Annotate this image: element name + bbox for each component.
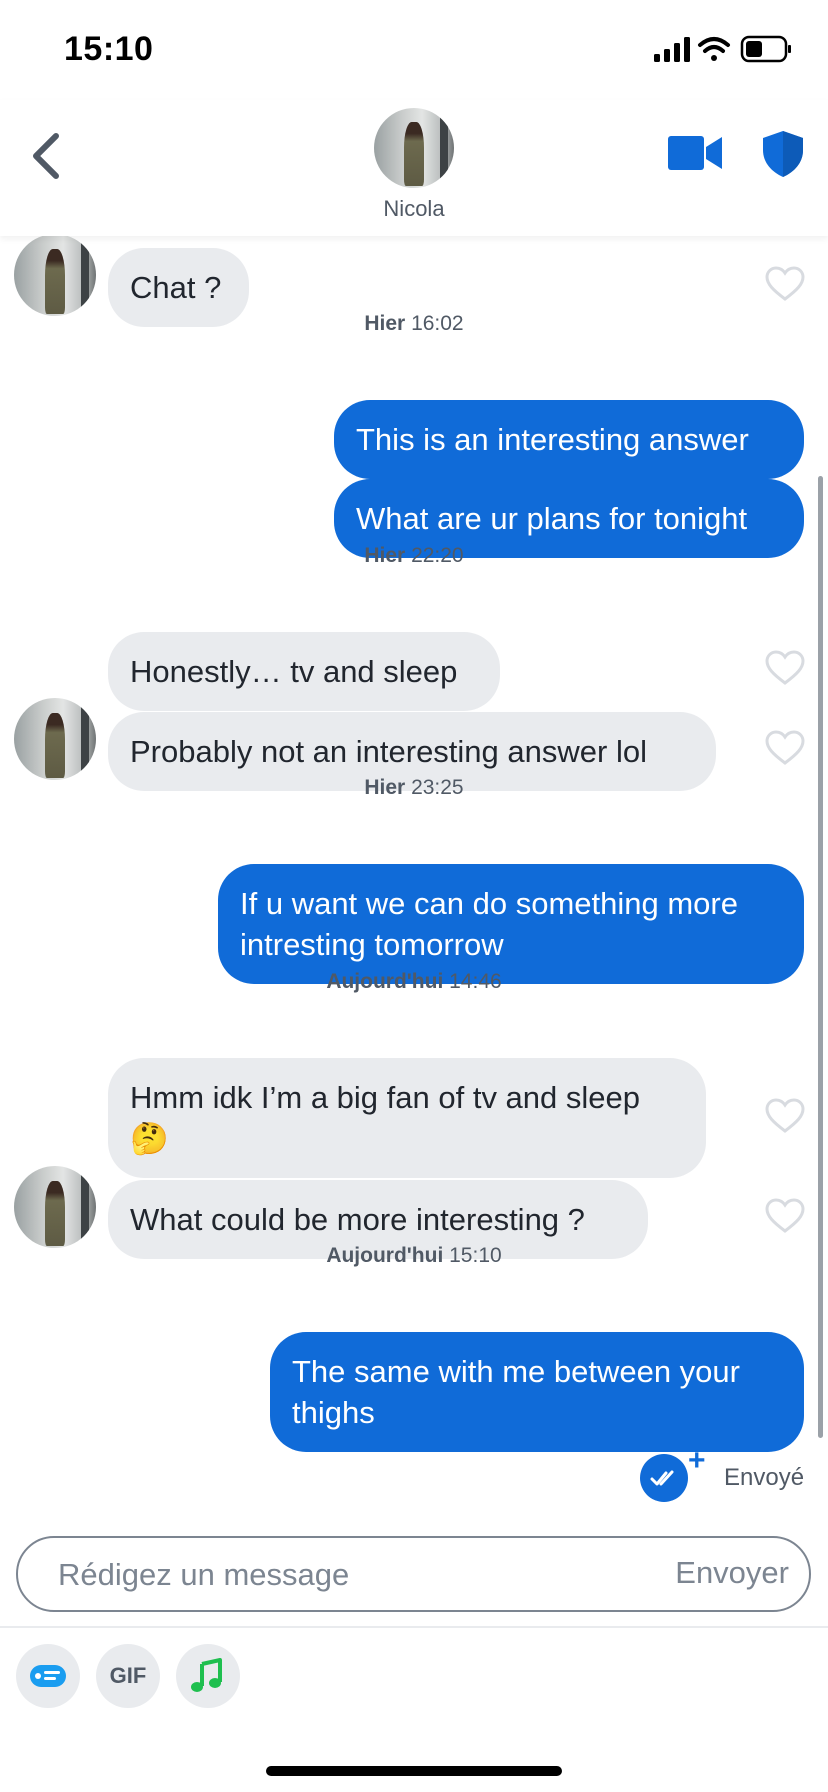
card-icon [30, 1665, 66, 1687]
message-list[interactable]: Chat ? Hier 16:02 This is an interesting… [0, 234, 828, 1516]
heart-icon[interactable] [765, 730, 805, 766]
contact-avatar[interactable] [374, 108, 454, 188]
double-check-icon [640, 1454, 688, 1502]
send-button[interactable]: Envoyer [675, 1555, 789, 1591]
timestamp-time: 15:10 [449, 1244, 502, 1267]
message-input[interactable] [56, 1538, 620, 1612]
music-note-icon [191, 1658, 222, 1692]
incoming-message[interactable]: Hmm idk I’m a big fan of tv and sleep 🤔 [108, 1058, 706, 1178]
divider [0, 1626, 828, 1628]
heart-icon[interactable] [765, 266, 805, 302]
plus-icon: + [688, 1444, 706, 1477]
heart-icon[interactable] [765, 1098, 805, 1134]
home-indicator[interactable] [266, 1766, 562, 1776]
status-bar: 15:10 [0, 0, 828, 100]
sender-avatar[interactable] [14, 698, 96, 780]
status-icons [654, 35, 791, 63]
video-camera-icon[interactable] [668, 132, 724, 174]
sender-avatar[interactable] [14, 234, 96, 316]
card-button[interactable] [16, 1644, 80, 1708]
timestamp-time: 23:25 [411, 776, 464, 799]
outgoing-message[interactable]: If u want we can do something more intre… [218, 864, 804, 984]
incoming-message[interactable]: Honestly… tv and sleep [108, 632, 500, 711]
timestamp-time: 16:02 [411, 312, 464, 335]
status-time: 15:10 [64, 30, 154, 68]
sender-avatar[interactable] [14, 1166, 96, 1248]
timestamp: Hier 22:20 [0, 544, 828, 568]
timestamp-time: 14:46 [449, 970, 502, 993]
chat-screen: 15:10 Nicola Chat ? Hier 16:02 This is a… [0, 0, 828, 1792]
shield-icon[interactable] [762, 130, 804, 178]
signal-icon [654, 37, 690, 62]
chat-header: Nicola [0, 100, 828, 236]
heart-icon[interactable] [765, 1198, 805, 1234]
gif-label: GIF [109, 1663, 147, 1688]
contact-name[interactable]: Nicola [0, 196, 828, 222]
outgoing-message[interactable]: This is an interesting answer [334, 400, 804, 479]
battery-icon [740, 35, 791, 63]
timestamp: Hier 23:25 [0, 776, 828, 800]
message-composer: Envoyer [16, 1536, 811, 1612]
music-button[interactable] [176, 1644, 240, 1708]
timestamp: Aujourd'hui 14:46 [0, 970, 828, 994]
heart-icon[interactable] [765, 650, 805, 686]
timestamp-time: 22:20 [411, 544, 464, 567]
timestamp-day: Hier [364, 776, 406, 799]
gif-button[interactable]: GIF [96, 1644, 160, 1708]
back-chevron-icon[interactable] [26, 128, 66, 184]
timestamp-day: Hier [364, 544, 406, 567]
timestamp: Aujourd'hui 15:10 [0, 1244, 828, 1268]
timestamp-day: Hier [364, 312, 406, 335]
timestamp-day: Aujourd'hui [326, 1244, 444, 1267]
timestamp: Hier 16:02 [0, 312, 828, 336]
wifi-icon [698, 37, 730, 61]
scrollbar[interactable] [818, 476, 823, 1438]
timestamp-day: Aujourd'hui [326, 970, 444, 993]
sent-label: Envoyé [724, 1464, 805, 1491]
outgoing-message[interactable]: The same with me between your thighs [270, 1332, 804, 1452]
